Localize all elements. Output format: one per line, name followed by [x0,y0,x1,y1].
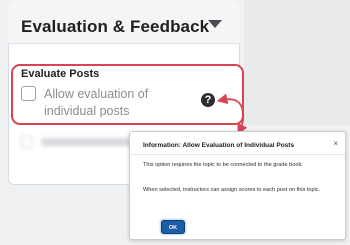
information-dialog: Information: Allow Evaluation of Individ… [129,131,346,240]
dialog-title: Information: Allow Evaluation of Individ… [143,142,295,149]
dialog-paragraph-2: When selected, instructors can assign sc… [143,187,321,193]
ok-button[interactable]: OK [161,220,185,234]
dialog-paragraph-1: This option requires the topic to be con… [143,162,303,168]
close-icon[interactable]: × [333,139,338,148]
dialog-divider [130,154,345,155]
